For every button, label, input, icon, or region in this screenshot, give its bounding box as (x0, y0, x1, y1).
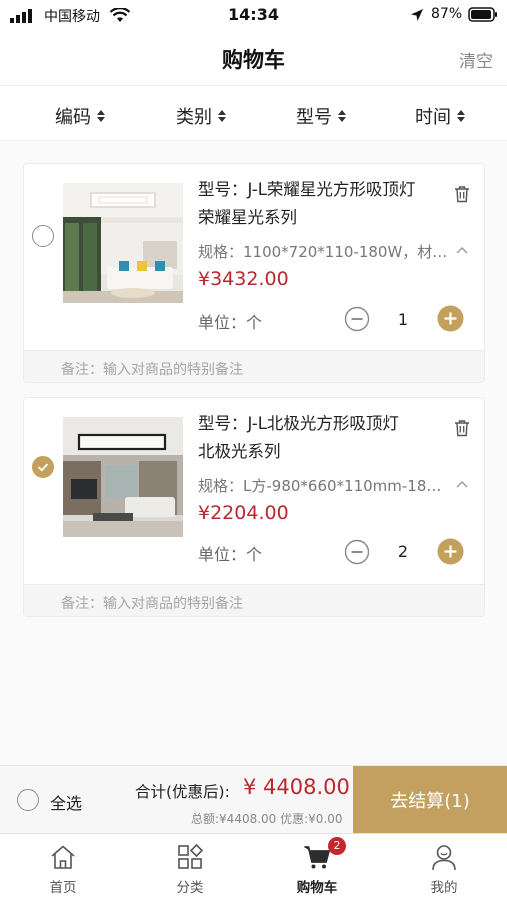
sort-arrows-icon (338, 110, 346, 122)
tab-label: 购物车 (296, 880, 338, 896)
tab-label: 分类 (176, 880, 204, 896)
tab-bar: 首页 分类 2 购物车 我的 (0, 833, 507, 900)
select-all-label[interactable]: 全选 (50, 790, 82, 814)
quantity-value[interactable]: 1 (388, 310, 418, 329)
sort-arrows-icon (97, 110, 105, 122)
sort-by-code[interactable]: 编码 (55, 103, 105, 129)
category-icon (178, 843, 204, 869)
sort-by-category[interactable]: 类别 (176, 103, 226, 129)
cart-page: 中国移动 14:34 87% 购物车 清空 编码 类别 型号 时间 型号：J-L… (0, 0, 507, 900)
product-spec: 规格：L方-980*660*110mm-18… (198, 477, 442, 495)
product-image (63, 417, 183, 537)
cart-count-badge: 2 (328, 837, 346, 855)
nav-bar: 购物车 清空 (0, 30, 507, 86)
home-icon (51, 845, 75, 869)
trash-icon[interactable] (454, 419, 470, 437)
sort-arrows-icon (218, 110, 226, 122)
product-spec: 规格：1100*720*110-180W，材… (198, 243, 448, 261)
tab-category[interactable]: 分类 (127, 834, 253, 900)
increase-quantity-button[interactable] (437, 538, 464, 565)
tab-label: 首页 (49, 880, 77, 896)
battery-icon (468, 7, 497, 22)
checkmark-icon (37, 463, 49, 472)
decrease-quantity-button[interactable] (344, 306, 370, 332)
sort-bar: 编码 类别 型号 时间 (0, 87, 507, 141)
product-price: ¥2204.00 (198, 502, 289, 524)
location-arrow-icon (411, 9, 423, 21)
product-name: 型号：J-L北极光方形吸顶灯 (198, 414, 399, 433)
clear-cart-button[interactable]: 清空 (459, 47, 493, 72)
quantity-value[interactable]: 2 (388, 542, 418, 561)
product-unit: 单位：个 (198, 545, 263, 564)
cart-item: 型号：J-L北极光方形吸顶灯 北极光系列 规格：L方-980*660*110mm… (23, 397, 485, 617)
total-summary: 总额:¥4408.00 优惠:¥0.00 (191, 812, 343, 826)
checkout-bar: 全选 合计(优惠后): ¥ 4408.00 总额:¥4408.00 优惠:¥0.… (0, 765, 507, 834)
sort-arrows-icon (457, 110, 465, 122)
tab-profile[interactable]: 我的 (381, 834, 507, 900)
cart-icon (304, 846, 330, 869)
tab-home[interactable]: 首页 (0, 834, 126, 900)
sort-label: 型号 (296, 107, 332, 128)
product-unit: 单位：个 (198, 313, 263, 332)
tab-cart[interactable]: 2 购物车 (254, 834, 380, 900)
profile-icon (432, 845, 456, 871)
sort-by-model[interactable]: 型号 (296, 103, 346, 129)
product-name: 型号：J-L荣耀星光方形吸顶灯 (198, 180, 416, 199)
increase-quantity-button[interactable] (437, 305, 464, 332)
total-label: 合计(优惠后): (135, 783, 230, 801)
sort-by-time[interactable]: 时间 (415, 103, 465, 129)
status-bar: 中国移动 14:34 87% (0, 0, 507, 30)
battery-percent: 87% (431, 6, 463, 22)
sort-label: 时间 (415, 107, 451, 128)
page-title: 购物车 (222, 48, 285, 72)
product-image (63, 183, 183, 303)
trash-icon[interactable] (454, 185, 470, 203)
sort-label: 编码 (55, 107, 91, 128)
total-value: ¥ 4408.00 (243, 775, 350, 799)
decrease-quantity-button[interactable] (344, 539, 370, 565)
item-select-checkbox[interactable] (32, 225, 54, 247)
remark-placeholder: 备注：输入对商品的特别备注 (61, 362, 243, 378)
product-price: ¥3432.00 (198, 268, 289, 290)
checkout-button[interactable]: 去结算(1) (353, 766, 507, 834)
remark-field[interactable]: 备注：输入对商品的特别备注 (24, 584, 484, 616)
tab-label: 我的 (430, 880, 458, 896)
chevron-up-icon[interactable] (456, 480, 468, 488)
sort-label: 类别 (176, 107, 212, 128)
cart-item: 型号：J-L荣耀星光方形吸顶灯 荣耀星光系列 规格：1100*720*110-1… (23, 163, 485, 383)
chevron-up-icon[interactable] (456, 246, 468, 254)
select-all-checkbox[interactable] (17, 789, 39, 811)
product-series: 北极光系列 (198, 442, 281, 461)
product-series: 荣耀星光系列 (198, 208, 297, 227)
remark-field[interactable]: 备注：输入对商品的特别备注 (24, 350, 484, 382)
remark-placeholder: 备注：输入对商品的特别备注 (61, 596, 243, 612)
item-select-checkbox[interactable] (32, 456, 54, 478)
